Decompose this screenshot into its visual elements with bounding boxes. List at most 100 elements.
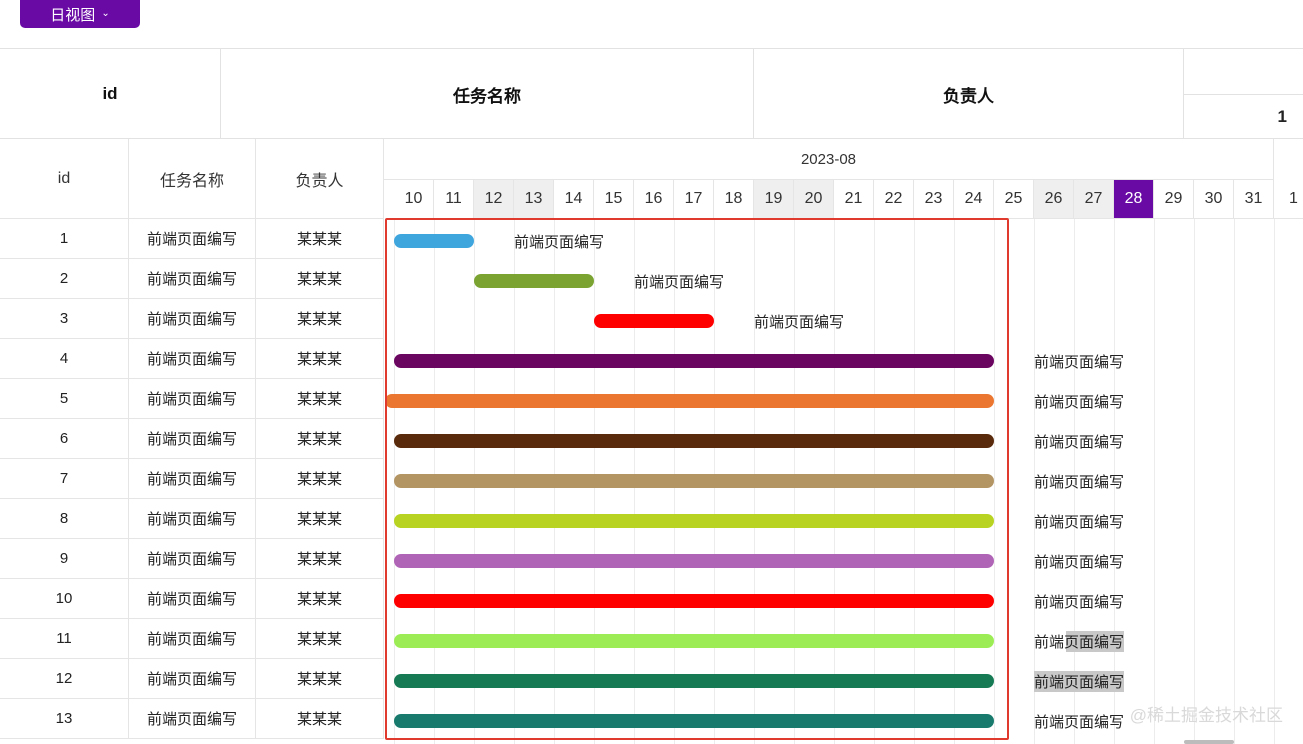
row-owner-cell: 某某某 [256,299,384,339]
task-bar-label: 前端页面编写 [1034,554,1125,571]
row-id-cell: 12 [0,659,129,699]
task-bar-label: 前端页面编写 [1034,434,1125,451]
row-task-cell: 前端页面编写 [129,699,256,739]
day-grid-line [1234,219,1235,744]
row-task-cell: 前端页面编写 [129,539,256,579]
row-owner-cell: 某某某 [256,539,384,579]
task-bar-label: 前端页面编写 [1034,714,1125,731]
task-bar-2[interactable] [474,274,594,288]
day-header-20: 20 [794,180,834,219]
day-header-29: 29 [1154,180,1194,219]
row-id-cell: 4 [0,339,129,379]
task-bar-9[interactable] [394,554,994,568]
day-header-31: 31 [1234,180,1274,219]
row-owner-cell: 某某某 [256,219,384,259]
task-bar-1[interactable] [394,234,474,248]
row-task-cell: 前端页面编写 [129,619,256,659]
row-owner-cell: 某某某 [256,619,384,659]
task-bar-11[interactable] [394,634,994,648]
top-table-header: id 任务名称 负责人 1 [0,48,1303,139]
day-header-11: 11 [434,180,474,219]
day-header-12: 12 [474,180,514,219]
task-bar-4[interactable] [394,354,994,368]
row-id-cell: 6 [0,419,129,459]
day-grid-line [994,219,995,744]
row-owner-cell: 某某某 [256,379,384,419]
day-grid-line [1194,219,1195,744]
row-owner-cell: 某某某 [256,459,384,499]
day-header-21: 21 [834,180,874,219]
horizontal-scrollbar[interactable] [1184,740,1234,744]
col-header-owner: 负责人 [256,139,384,219]
day-view-dropdown-button[interactable]: 日视图 ⌄ [20,0,140,28]
task-bar-13[interactable] [394,714,994,728]
row-task-cell: 前端页面编写 [129,379,256,419]
day-grid-line [1274,219,1275,744]
day-header-23: 23 [914,180,954,219]
task-bar-label: 前端页面编写 [1034,474,1125,491]
row-task-cell: 前端页面编写 [129,579,256,619]
row-id-cell: 9 [0,539,129,579]
row-task-cell: 前端页面编写 [129,459,256,499]
col-header-task: 任务名称 [129,139,256,219]
row-id-cell: 5 [0,379,129,419]
row-task-cell: 前端页面编写 [129,339,256,379]
day-header-15: 15 [594,180,634,219]
top-extra-value: 1 [1184,94,1303,139]
task-bar-12[interactable] [394,674,994,688]
chevron-down-icon: ⌄ [101,7,110,19]
row-owner-cell: 某某某 [256,419,384,459]
task-bar-6[interactable] [394,434,994,448]
day-header-18: 18 [714,180,754,219]
row-task-cell: 前端页面编写 [129,259,256,299]
row-id-cell: 8 [0,499,129,539]
day-header-26: 26 [1034,180,1074,219]
top-col-owner: 负责人 [754,49,1184,139]
top-col-id: id [0,49,221,139]
row-id-cell: 13 [0,699,129,739]
row-id-cell: 1 [0,219,129,259]
day-header-27: 27 [1074,180,1114,219]
row-task-cell: 前端页面编写 [129,499,256,539]
view-label: 日视图 [50,6,96,24]
task-bar-label: 前端页面编写 [754,314,845,331]
day-header-13: 13 [514,180,554,219]
row-id-cell: 11 [0,619,129,659]
row-id-cell: 2 [0,259,129,299]
task-bar-label: 前端页面编写 [634,274,725,291]
day-header-14: 14 [554,180,594,219]
day-grid-line [1154,219,1155,744]
day-header-19: 19 [754,180,794,219]
day-header-22: 22 [874,180,914,219]
row-owner-cell: 某某某 [256,339,384,379]
task-bar-5[interactable] [385,394,994,408]
row-owner-cell: 某某某 [256,659,384,699]
day-header-28: 28 [1114,180,1154,219]
task-bar-label: 前端页面编写 [514,234,605,251]
day-header-16: 16 [634,180,674,219]
task-bar-label: 前端页面编写 [1034,671,1125,692]
month-header: 2023-08 [384,139,1274,180]
task-bar-label: 前端页面编写 [1034,631,1125,652]
task-bar-label: 前端页面编写 [1034,354,1125,371]
gantt-grid: id 任务名称 负责人 2023-08 10 11 12 13 14 15 16 17 18 19… [0,139,1303,744]
row-task-cell: 前端页面编写 [129,299,256,339]
row-task-cell: 前端页面编写 [129,219,256,259]
row-task-cell: 前端页面编写 [129,659,256,699]
task-bar-label: 前端页面编写 [1034,394,1125,411]
day-header-1: 1 [1274,180,1303,219]
task-bar-10[interactable] [394,594,994,608]
day-header-10: 10 [394,180,434,219]
row-task-cell: 前端页面编写 [129,419,256,459]
day-header-17: 17 [674,180,714,219]
row-id-cell: 3 [0,299,129,339]
row-id-cell: 7 [0,459,129,499]
row-owner-cell: 某某某 [256,259,384,299]
task-bar-label: 前端页面编写 [1034,594,1125,611]
task-bar-3[interactable] [594,314,714,328]
task-bar-8[interactable] [394,514,994,528]
col-header-id: id [0,139,129,219]
task-bar-label: 前端页面编写 [1034,514,1125,531]
task-bar-7[interactable] [394,474,994,488]
watermark: @稀土掘金技术社区 [1129,706,1283,725]
